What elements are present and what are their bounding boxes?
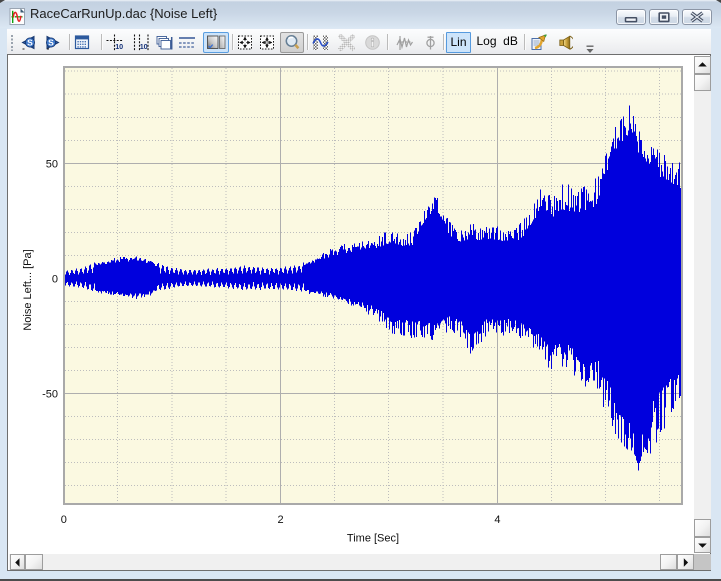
svg-text:0: 0 <box>52 273 58 285</box>
svg-text:Time [Sec]: Time [Sec] <box>347 533 399 545</box>
svg-text:50: 50 <box>46 158 58 170</box>
svg-text:S: S <box>27 38 33 48</box>
svg-text:4: 4 <box>494 514 500 526</box>
svg-text:S: S <box>48 38 54 48</box>
svg-text:2: 2 <box>278 514 284 526</box>
svg-text:10: 10 <box>115 42 123 51</box>
svg-text:10: 10 <box>140 42 148 51</box>
svg-text:0: 0 <box>265 40 269 47</box>
svg-text:0: 0 <box>61 514 67 526</box>
svg-text:Noise Left... [Pa]: Noise Left... [Pa] <box>22 249 34 330</box>
svg-text:-50: -50 <box>42 389 58 401</box>
